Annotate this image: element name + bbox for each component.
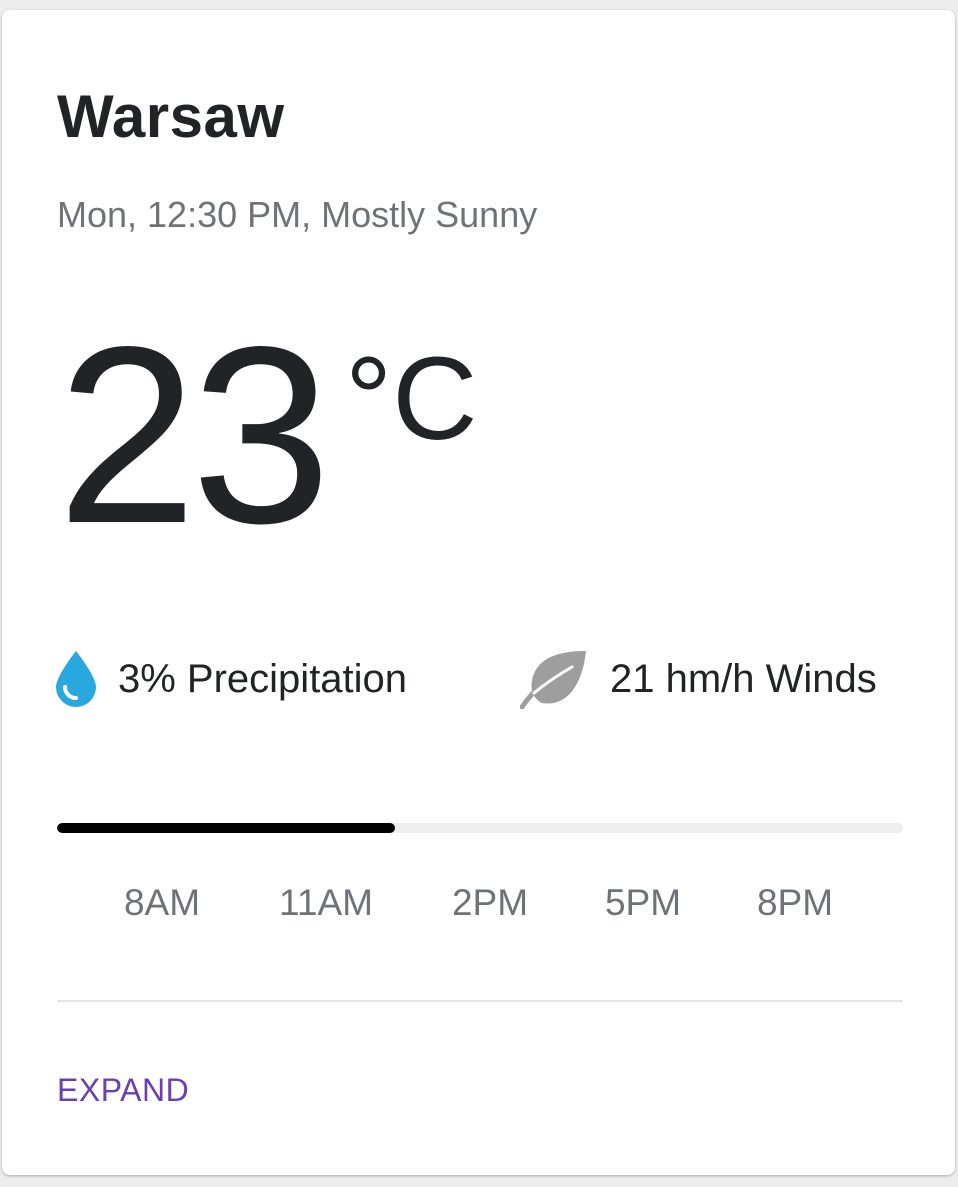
expand-button[interactable]: EXPAND bbox=[57, 1072, 189, 1109]
time-progress-bar[interactable] bbox=[57, 823, 903, 833]
time-label-5pm: 5PM bbox=[604, 882, 682, 923]
divider bbox=[57, 1000, 903, 1002]
time-label-2pm: 2PM bbox=[451, 882, 529, 923]
water-drop-icon bbox=[54, 649, 98, 709]
weather-subtitle: Mon, 12:30 PM, Mostly Sunny bbox=[57, 194, 538, 235]
time-label-8pm: 8PM bbox=[756, 882, 834, 923]
wind-stat: 21 hm/h Winds bbox=[520, 647, 877, 711]
precipitation-label: 3% Precipitation bbox=[118, 656, 408, 701]
city-name: Warsaw bbox=[57, 83, 285, 150]
wind-label: 21 hm/h Winds bbox=[610, 656, 877, 701]
leaf-icon bbox=[520, 649, 588, 709]
time-labels: 8AM 11AM 2PM 5PM 8PM bbox=[2, 882, 955, 932]
time-label-11am: 11AM bbox=[279, 882, 373, 923]
weather-card: Warsaw Mon, 12:30 PM, Mostly Sunny 23 °C… bbox=[2, 10, 955, 1175]
temperature-value: 23 bbox=[57, 295, 331, 576]
time-label-8am: 8AM bbox=[123, 882, 201, 923]
precipitation-stat: 3% Precipitation bbox=[54, 647, 407, 711]
progress-fill bbox=[57, 823, 396, 833]
temperature-unit: °C bbox=[345, 333, 478, 465]
